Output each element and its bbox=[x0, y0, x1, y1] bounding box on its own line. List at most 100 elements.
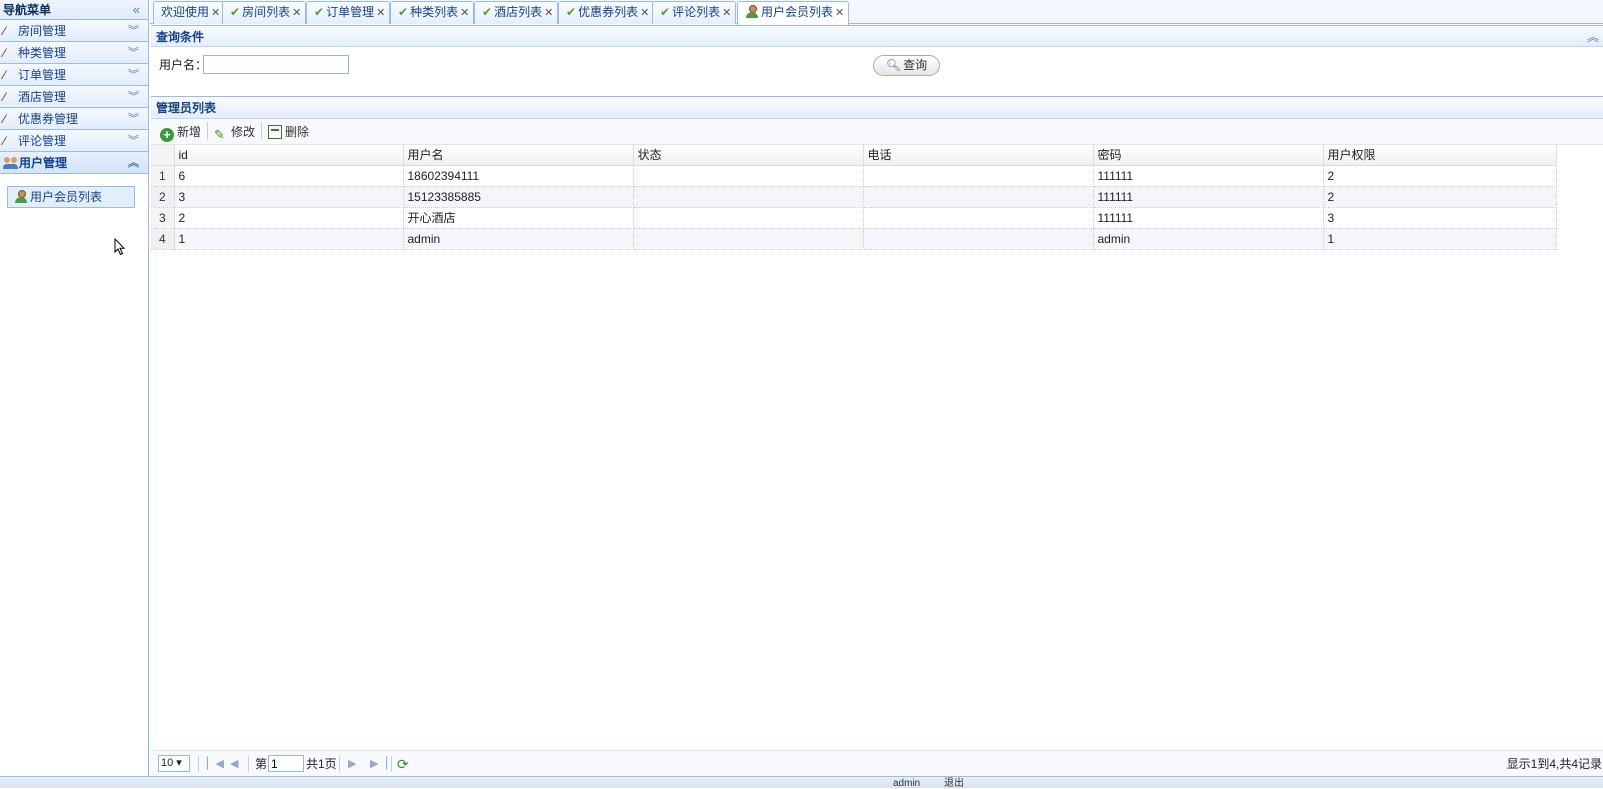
close-icon[interactable]: ✕ bbox=[376, 7, 385, 19]
check-icon: ✔ bbox=[566, 5, 577, 19]
query-panel-header: 查询条件 ︽ bbox=[151, 25, 1603, 47]
edit-button[interactable]: ✎ 修改 bbox=[211, 119, 258, 145]
chevron-up-icon[interactable]: ︽ bbox=[128, 152, 139, 174]
sidebar-item-label: 酒店管理 bbox=[18, 90, 67, 104]
row-number: 1 bbox=[151, 165, 175, 187]
pager-info: 显示1到4,共4记录 bbox=[1506, 757, 1602, 771]
sidebar-item-label: 优惠券管理 bbox=[18, 112, 79, 126]
column-header-username[interactable]: 用户名 bbox=[403, 145, 634, 166]
tab-2[interactable]: ✔ 订单管理 ✕ bbox=[306, 1, 391, 24]
last-page-icon[interactable]: ▶▕ bbox=[370, 751, 387, 777]
add-icon: + bbox=[160, 128, 174, 142]
table-row[interactable]: 4 1 admin admin 1 bbox=[151, 228, 1557, 250]
chevron-down-icon[interactable]: ︾ bbox=[128, 86, 139, 108]
sidebar-item-0[interactable]: ⁄ 房间管理 ︾ bbox=[0, 20, 148, 42]
grid-toolbar: + 新增 ✎ 修改 删除 bbox=[151, 119, 1603, 145]
list-panel: 管理员列表 + 新增 ✎ 修改 删除 id 用户名 状态 电话 密码 用户权限 1 6 18… bbox=[151, 96, 1603, 776]
wand-icon: ⁄ bbox=[3, 134, 6, 148]
first-page-icon[interactable]: ▏◀ bbox=[207, 751, 224, 777]
sidebar-item-label: 订单管理 bbox=[18, 68, 67, 82]
wand-icon: ⁄ bbox=[3, 24, 6, 38]
search-button-label: 查询 bbox=[903, 58, 928, 72]
tab-label: 欢迎使用 bbox=[161, 5, 210, 19]
close-icon[interactable]: ✕ bbox=[211, 7, 220, 19]
close-icon[interactable]: ✕ bbox=[835, 7, 844, 19]
column-header-id[interactable]: id bbox=[174, 145, 404, 166]
sidebar-item-label: 房间管理 bbox=[18, 24, 67, 38]
wand-icon: ⁄ bbox=[3, 46, 6, 60]
sidebar-item-3[interactable]: ⁄ 酒店管理 ︾ bbox=[0, 86, 148, 108]
chevron-down-icon[interactable]: ︾ bbox=[128, 130, 139, 152]
table-row[interactable]: 3 2 开心酒店 111111 3 bbox=[151, 207, 1557, 229]
sidebar-item-1[interactable]: ⁄ 种类管理 ︾ bbox=[0, 42, 148, 64]
cell-phone bbox=[863, 186, 1094, 208]
tab-1[interactable]: ✔ 房间列表 ✕ bbox=[222, 1, 307, 24]
sidebar-item-2[interactable]: ⁄ 订单管理 ︾ bbox=[0, 64, 148, 86]
close-icon[interactable]: ✕ bbox=[460, 7, 469, 19]
tab-label: 订单管理 bbox=[326, 5, 375, 19]
column-header-status[interactable]: 状态 bbox=[633, 145, 864, 166]
column-header-password[interactable]: 密码 bbox=[1093, 145, 1324, 166]
tab-3[interactable]: ✔ 种类列表 ✕ bbox=[390, 1, 475, 24]
cell-password: 111111 bbox=[1093, 186, 1324, 208]
cell-role: 1 bbox=[1323, 228, 1557, 250]
tab-4[interactable]: ✔ 酒店列表 ✕ bbox=[474, 1, 559, 24]
sidebar-item-user-member-list[interactable]: 用户会员列表 bbox=[7, 186, 135, 208]
cell-password: 111111 bbox=[1093, 165, 1324, 187]
cell-role: 3 bbox=[1323, 207, 1557, 229]
cell-username: 开心酒店 bbox=[403, 207, 634, 229]
cell-phone bbox=[863, 228, 1094, 250]
prev-page-icon[interactable]: ◀ bbox=[230, 751, 238, 777]
sidebar-item-5[interactable]: ⁄ 评论管理 ︾ bbox=[0, 130, 148, 152]
sidebar-item-6[interactable]: 用户管理 ︽ bbox=[0, 152, 148, 174]
close-icon[interactable]: ✕ bbox=[292, 7, 301, 19]
delete-button[interactable]: 删除 bbox=[265, 119, 312, 145]
row-number: 4 bbox=[151, 228, 175, 250]
tab-6[interactable]: ✔ 评论列表 ✕ bbox=[652, 1, 737, 24]
tab-label: 评论列表 bbox=[672, 5, 721, 19]
tab-label: 房间列表 bbox=[242, 5, 291, 19]
chevron-up-icon[interactable]: ︽ bbox=[1587, 26, 1599, 48]
page-number-input[interactable] bbox=[268, 755, 304, 772]
close-icon[interactable]: ✕ bbox=[640, 7, 649, 19]
nav-header: 导航菜单 « bbox=[0, 0, 148, 20]
sidebar-sub-label: 用户会员列表 bbox=[30, 190, 103, 204]
chevron-down-icon[interactable]: ︾ bbox=[128, 20, 139, 42]
nav-panel: 导航菜单 « ⁄ 房间管理 ︾ ⁄ 种类管理 ︾ ⁄ 订单管理 ︾ ⁄ 酒店管理 ︾ ⁄ 优惠券管理 ︾ ⁄ 评… bbox=[0, 0, 149, 776]
cell-phone bbox=[863, 165, 1094, 187]
sidebar-item-4[interactable]: ⁄ 优惠券管理 ︾ bbox=[0, 108, 148, 130]
add-label: 新增 bbox=[177, 125, 202, 139]
refresh-icon[interactable]: ⟳ bbox=[397, 751, 409, 777]
username-input[interactable] bbox=[203, 55, 349, 74]
tab-7[interactable]: 用户会员列表 ✕ bbox=[737, 1, 850, 25]
collapse-left-icon[interactable]: « bbox=[133, 0, 140, 20]
tab-5[interactable]: ✔ 优惠券列表 ✕ bbox=[558, 1, 655, 24]
pager-separator bbox=[198, 756, 199, 772]
tab-0[interactable]: 欢迎使用 ✕ bbox=[153, 1, 226, 24]
chevron-down-icon[interactable]: ︾ bbox=[128, 64, 139, 86]
table-row[interactable]: 1 6 18602394111 111111 2 bbox=[151, 165, 1557, 187]
cell-status bbox=[633, 207, 864, 229]
cell-role: 2 bbox=[1323, 186, 1557, 208]
column-header-phone[interactable]: 电话 bbox=[863, 145, 1094, 166]
column-header-role[interactable]: 用户权限 bbox=[1323, 145, 1557, 166]
table-row[interactable]: 2 3 15123385885 111111 2 bbox=[151, 186, 1557, 208]
tab-label: 用户会员列表 bbox=[761, 5, 834, 19]
wand-icon: ⁄ bbox=[3, 112, 6, 126]
users-icon bbox=[3, 156, 19, 169]
query-panel-title: 查询条件 bbox=[156, 30, 205, 44]
next-page-icon[interactable]: ▶ bbox=[348, 751, 356, 777]
check-icon: ✔ bbox=[398, 5, 409, 19]
chevron-down-icon[interactable]: ︾ bbox=[128, 108, 139, 130]
sidebar-item-label: 种类管理 bbox=[18, 46, 67, 60]
page-size-select[interactable]: 10 ▾ bbox=[158, 755, 190, 772]
cell-password: 111111 bbox=[1093, 207, 1324, 229]
table-header-row: id 用户名 状态 电话 密码 用户权限 bbox=[151, 145, 1557, 166]
chevron-down-icon[interactable]: ︾ bbox=[128, 42, 139, 64]
edit-label: 修改 bbox=[231, 125, 256, 139]
add-button[interactable]: + 新增 bbox=[157, 119, 204, 145]
close-icon[interactable]: ✕ bbox=[722, 7, 731, 19]
search-button[interactable]: 🔍︎ 查询 bbox=[873, 55, 940, 76]
close-icon[interactable]: ✕ bbox=[544, 7, 553, 19]
wand-icon: ⁄ bbox=[3, 68, 6, 82]
